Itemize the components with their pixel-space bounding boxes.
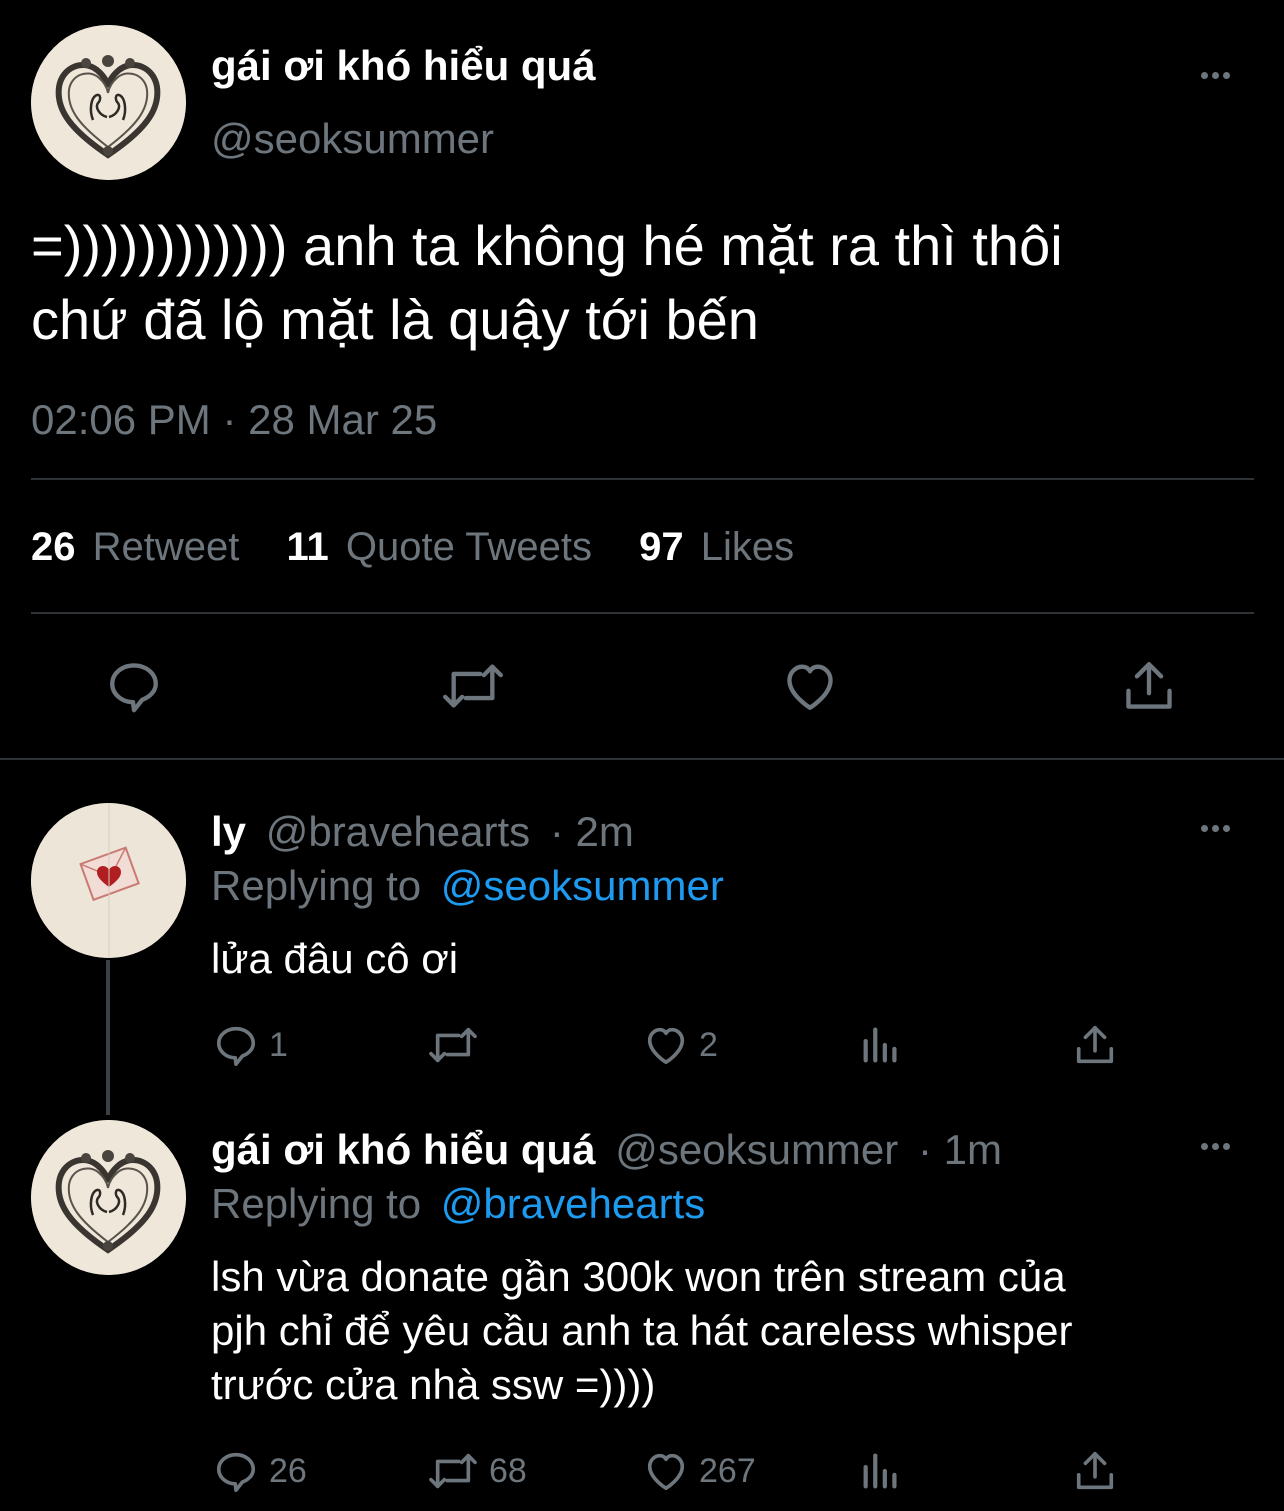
analytics-icon	[863, 1453, 897, 1489]
retweet-icon	[443, 664, 503, 708]
replying-to-prefix: Replying to	[211, 862, 422, 909]
reply-header: gái ơi khó hiểu quá @seoksummer · 1m	[211, 1126, 1002, 1174]
reply-count: 1	[269, 1025, 288, 1064]
share-button[interactable]	[1072, 1448, 1118, 1494]
like-button[interactable]	[781, 657, 839, 715]
analytics-icon	[863, 1027, 897, 1063]
likes-stat[interactable]: 97 Likes	[639, 525, 794, 569]
reply-text-line: pjh chỉ để yêu cầu anh ta hát careless w…	[211, 1307, 1073, 1354]
reply-handle[interactable]: @bravehearts	[266, 808, 530, 855]
author-display-name[interactable]: gái ơi khó hiểu quá	[211, 42, 596, 90]
share-icon	[1126, 662, 1172, 709]
replying-to-line: Replying to @bravehearts	[211, 1180, 705, 1228]
reply-time[interactable]: · 2m	[550, 808, 634, 855]
retweets-label: Retweet	[92, 525, 240, 569]
divider	[31, 478, 1254, 480]
author-handle[interactable]: @seoksummer	[211, 115, 494, 163]
replying-to-handle[interactable]: @bravehearts	[441, 1180, 705, 1227]
reply-count: 26	[269, 1451, 307, 1490]
reply-display-name[interactable]: gái ơi khó hiểu quá	[211, 1126, 596, 1173]
retweet-button[interactable]	[441, 657, 505, 715]
analytics-button[interactable]	[858, 1022, 904, 1068]
share-icon	[1076, 1025, 1114, 1064]
thread-connector	[106, 960, 110, 1115]
reply-time[interactable]: · 1m	[918, 1126, 1002, 1173]
like-count: 267	[699, 1451, 756, 1490]
more-icon[interactable]	[1201, 1143, 1230, 1150]
like-icon	[787, 664, 833, 710]
section-divider	[0, 758, 1284, 760]
quotes-label: Quote Tweets	[345, 525, 592, 569]
retweet-icon	[429, 1027, 477, 1063]
like-icon	[647, 1027, 685, 1065]
reply-display-name[interactable]: ly	[211, 808, 246, 855]
likes-label: Likes	[700, 525, 795, 569]
reply-text-line: lsh vừa donate gần 300k won trên stream …	[211, 1253, 1066, 1300]
more-icon[interactable]	[1201, 72, 1230, 79]
retweet-button[interactable]: 68	[427, 1448, 527, 1494]
reply-handle[interactable]: @seoksummer	[615, 1126, 898, 1173]
love-letter-icon	[31, 803, 186, 958]
swan-heart-emblem-icon	[31, 25, 186, 180]
retweets-stat[interactable]: 26 Retweet	[31, 525, 251, 569]
retweets-count: 26	[31, 525, 76, 569]
like-count: 2	[699, 1025, 718, 1064]
reply-button[interactable]: 26	[213, 1448, 307, 1494]
reply-icon	[216, 1452, 256, 1492]
quotes-stat[interactable]: 11 Quote Tweets	[287, 525, 604, 569]
more-icon[interactable]	[1201, 825, 1230, 832]
share-icon	[1076, 1451, 1114, 1490]
likes-count: 97	[639, 525, 684, 569]
avatar-seoksummer[interactable]	[31, 1120, 186, 1275]
tweet-text-line-1: =)))))))))))) anh ta không hé mặt ra thì…	[31, 214, 1063, 277]
reply-header: ly @bravehearts · 2m	[211, 808, 634, 856]
replying-to-line: Replying to @seoksummer	[211, 862, 724, 910]
tweet-text-line-2: chứ đã lộ mặt là quậy tới bến	[31, 288, 759, 351]
divider	[31, 612, 1254, 614]
swan-heart-emblem-icon	[31, 1120, 186, 1275]
share-button[interactable]	[1072, 1022, 1118, 1068]
stats-row: 26 Retweet 11 Quote Tweets 97 Likes	[31, 525, 794, 570]
reply-icon	[216, 1026, 256, 1066]
reply-text-line: lửa đâu cô ơi	[211, 935, 459, 982]
avatar-bravehearts[interactable]	[31, 803, 186, 958]
analytics-button[interactable]	[858, 1448, 904, 1494]
retweet-button[interactable]	[427, 1022, 489, 1068]
reply-text-line: trước cửa nhà ssw =))))	[211, 1361, 656, 1408]
retweet-count: 68	[489, 1451, 527, 1490]
replying-to-prefix: Replying to	[211, 1180, 422, 1227]
quotes-count: 11	[286, 525, 329, 569]
like-button[interactable]: 267	[643, 1448, 756, 1494]
like-icon	[647, 1453, 685, 1491]
tweet-timestamp[interactable]: 02:06 PM · 28 Mar 25	[31, 396, 437, 444]
share-button[interactable]	[1120, 657, 1178, 715]
reply-button[interactable]	[105, 657, 163, 715]
reply-button[interactable]: 1	[213, 1022, 288, 1068]
like-button[interactable]: 2	[643, 1022, 718, 1068]
reply-icon	[110, 663, 158, 713]
avatar-seoksummer[interactable]	[31, 25, 186, 180]
replying-to-handle[interactable]: @seoksummer	[441, 862, 724, 909]
retweet-icon	[429, 1453, 477, 1489]
